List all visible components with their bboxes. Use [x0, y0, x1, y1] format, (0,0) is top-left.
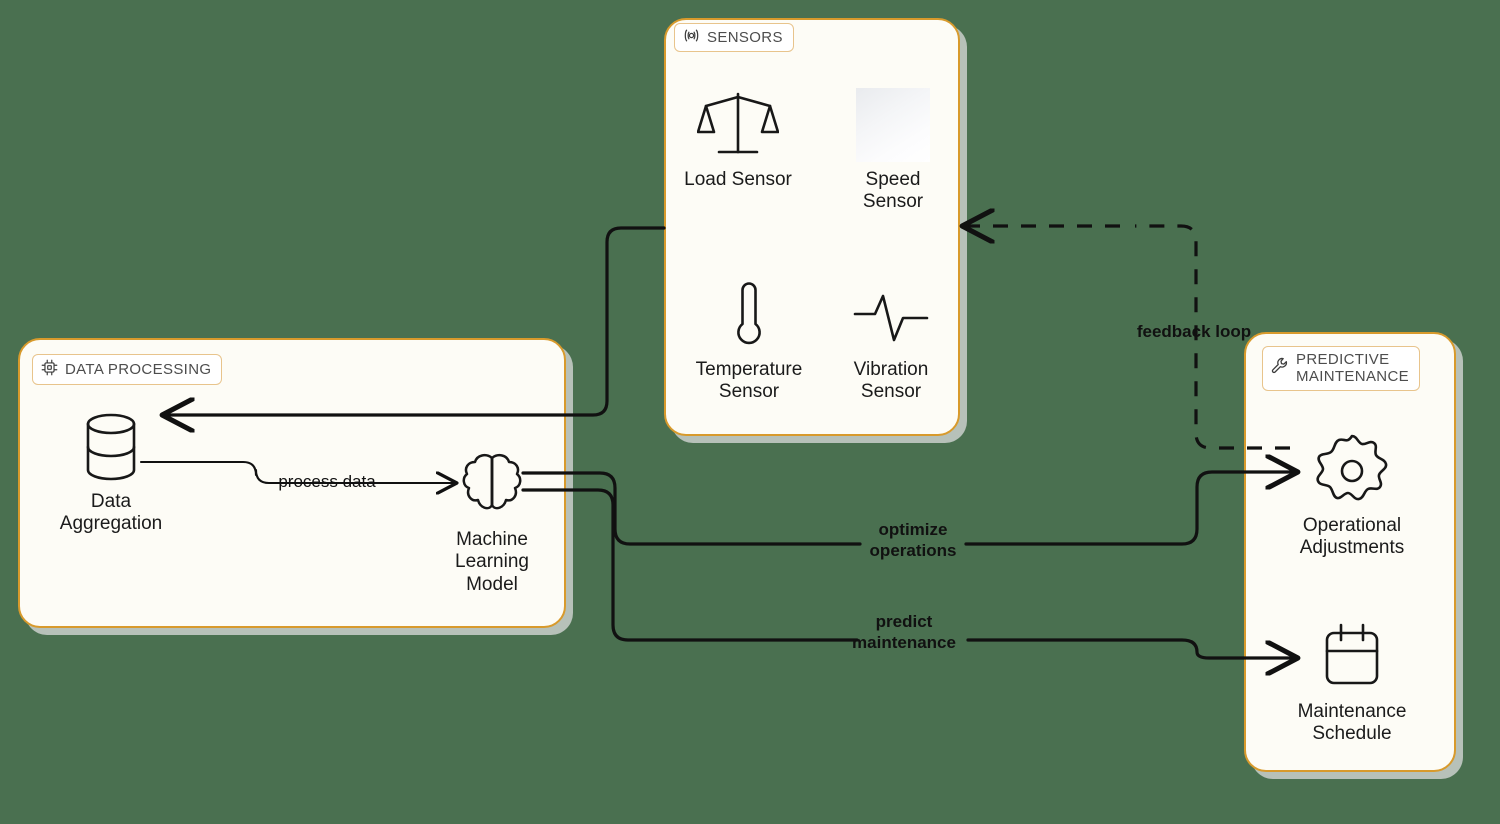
node-speed-sensor[interactable]: Speed Sensor — [843, 88, 943, 214]
cpu-chip-icon — [41, 359, 58, 380]
node-ml-model[interactable]: Machine Learning Model — [442, 448, 542, 596]
node-label: Load Sensor — [684, 169, 792, 190]
node-operational-adjustments[interactable]: Operational Adjustments — [1296, 434, 1408, 560]
node-maintenance-schedule[interactable]: Maintenance Schedule — [1294, 620, 1410, 746]
node-data-aggregation[interactable]: Data Aggregation — [60, 410, 162, 536]
waveform-pulse-icon — [853, 278, 929, 352]
broadcast-signal-icon — [683, 28, 700, 47]
diagram-canvas: SENSORS DATA PROCESSING PREDICTIVE MAINT… — [0, 0, 1500, 824]
node-label: Speed Sensor — [862, 169, 924, 213]
gear-cog-icon — [1313, 434, 1391, 508]
wrench-icon — [1271, 357, 1289, 379]
edge-label-optimize-operations: optimize operations — [869, 520, 957, 560]
group-chip-predictive-maintenance[interactable]: PREDICTIVE MAINTENANCE — [1262, 346, 1421, 391]
group-chip-label: SENSORS — [707, 29, 783, 46]
edge-label-feedback-loop: feedback loop — [1136, 322, 1252, 341]
node-load-sensor[interactable]: Load Sensor — [678, 88, 798, 191]
missing-image-placeholder-icon — [856, 88, 930, 162]
node-temperature-sensor[interactable]: Temperature Sensor — [688, 278, 810, 404]
calendar-icon — [1319, 620, 1385, 694]
edge-label-process-data: process data — [278, 472, 376, 491]
edge-label-predict-maintenance: predict maintenance — [852, 612, 956, 652]
database-cylinder-icon — [82, 410, 140, 484]
thermometer-icon — [726, 278, 772, 352]
node-label: Data Aggregation — [59, 491, 163, 535]
node-label: Temperature Sensor — [695, 359, 803, 403]
group-chip-label: PREDICTIVE MAINTENANCE — [1296, 351, 1410, 386]
node-label: Vibration Sensor — [853, 359, 929, 403]
group-chip-sensors[interactable]: SENSORS — [674, 23, 794, 53]
node-label: Maintenance Schedule — [1297, 701, 1407, 745]
node-label: Machine Learning Model — [455, 529, 529, 595]
group-chip-data-processing[interactable]: DATA PROCESSING — [32, 354, 223, 386]
node-label: Operational Adjustments — [1299, 515, 1405, 559]
group-chip-label: DATA PROCESSING — [65, 361, 212, 378]
node-vibration-sensor[interactable]: Vibration Sensor — [836, 278, 946, 404]
brain-icon — [460, 448, 524, 522]
scale-balance-icon — [697, 88, 779, 162]
